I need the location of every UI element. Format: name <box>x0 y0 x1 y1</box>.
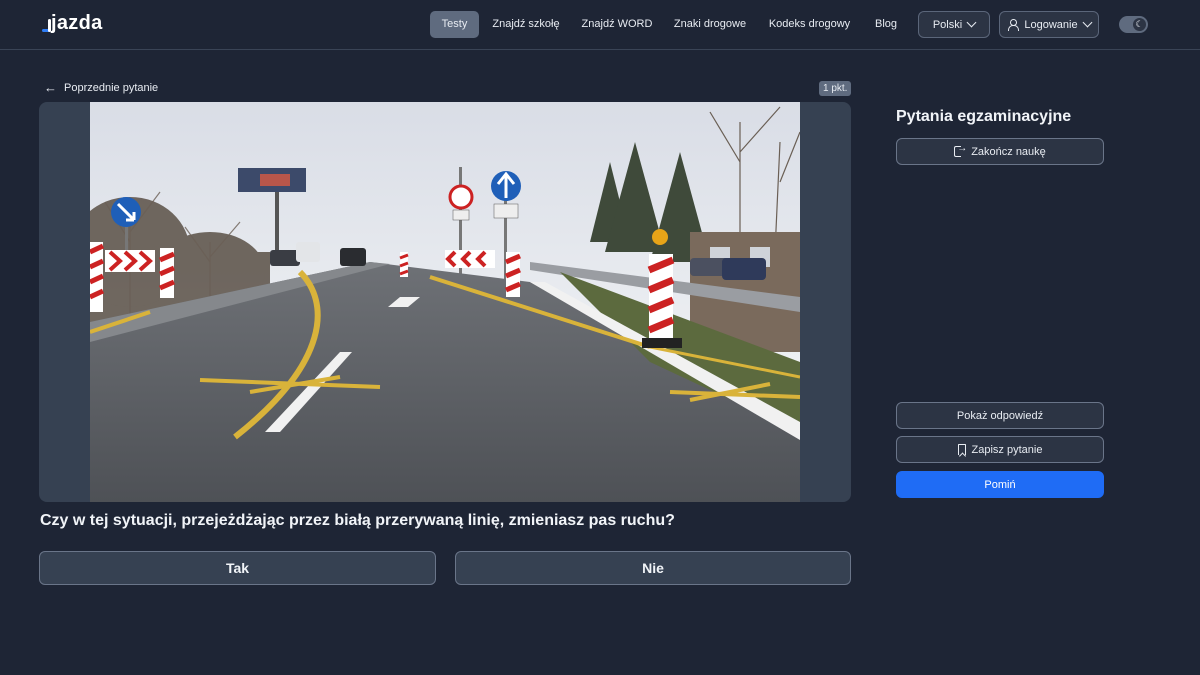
question-text: Czy w tej sytuacji, przejeżdżając przez … <box>40 512 675 529</box>
previous-question-link[interactable]: ← Poprzednie pytanie <box>44 81 158 94</box>
answer-button-tak[interactable]: Tak <box>39 551 436 585</box>
chevron-down-icon <box>1082 17 1093 28</box>
exit-icon <box>954 143 967 157</box>
question-image-frame <box>39 102 851 502</box>
login-label: Logowanie <box>1024 18 1078 31</box>
save-question-button[interactable]: Zapisz pytanie <box>896 436 1104 463</box>
save-question-label: Zapisz pytanie <box>971 443 1043 456</box>
nav-item-znaki-drogowe[interactable]: Znaki drogowe <box>671 11 749 38</box>
nav-item-kodeks-drogowy[interactable]: Kodeks drogowy <box>765 11 854 38</box>
user-icon <box>1007 19 1020 31</box>
theme-toggle[interactable]: ☾ <box>1119 16 1148 33</box>
answer-button-nie[interactable]: Nie <box>455 551 851 585</box>
chevron-down-icon <box>966 17 977 28</box>
top-navbar: jazda Testy Znajdź szkołę Znajdź WORD Zn… <box>0 0 1200 50</box>
points-badge: 1 pkt. <box>819 81 852 96</box>
login-button[interactable]: Logowanie <box>999 11 1099 38</box>
skip-button[interactable]: Pomiń <box>896 471 1104 498</box>
bookmark-icon <box>957 444 966 455</box>
show-answer-label: Pokaż odpowiedź <box>956 409 1044 422</box>
arrow-left-icon: ← <box>44 80 57 95</box>
sidebar-title: Pytania egzaminacyjne <box>896 108 1072 125</box>
main-nav: Testy Znajdź szkołę Znajdź WORD Znaki dr… <box>0 11 1200 39</box>
finish-learning-label: Zakończ naukę <box>971 145 1046 158</box>
question-image <box>90 102 800 502</box>
nav-item-testy[interactable]: Testy <box>430 11 479 38</box>
language-label: Polski <box>932 18 963 31</box>
language-select[interactable]: Polski <box>918 11 990 38</box>
moon-icon: ☾ <box>1133 18 1146 31</box>
skip-label: Pomiń <box>984 478 1016 491</box>
nav-item-znajdz-szkole[interactable]: Znajdź szkołę <box>489 11 563 38</box>
finish-learning-button[interactable]: Zakończ naukę <box>896 138 1104 165</box>
nav-item-znajdz-word[interactable]: Znajdź WORD <box>578 11 656 38</box>
previous-question-label: Poprzednie pytanie <box>64 81 159 94</box>
show-answer-button[interactable]: Pokaż odpowiedź <box>896 402 1104 429</box>
nav-item-blog[interactable]: Blog <box>870 11 902 38</box>
